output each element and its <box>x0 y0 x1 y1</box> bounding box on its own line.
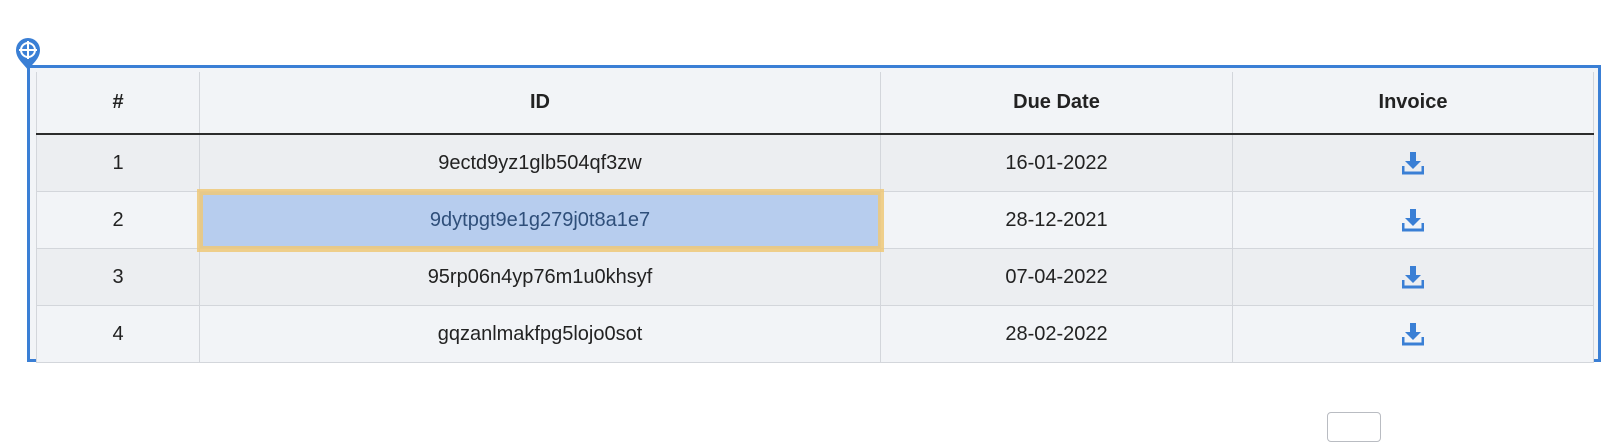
download-icon[interactable] <box>1402 265 1424 289</box>
column-header-due-date[interactable]: Due Date <box>880 72 1233 135</box>
column-header-invoice[interactable]: Invoice <box>1232 72 1594 135</box>
due-date-cell: 28-02-2022 <box>880 305 1233 363</box>
invoice-id-cell[interactable]: 9ectd9yz1glb504qf3zw <box>199 134 881 192</box>
table-row: 2 9dytpgt9e1g279j0t8a1e7 28-12-2021 <box>36 188 1594 252</box>
download-icon[interactable] <box>1402 322 1424 346</box>
invoice-cell <box>1232 191 1594 249</box>
download-icon[interactable] <box>1402 208 1424 232</box>
due-date-cell: 07-04-2022 <box>880 248 1233 306</box>
table-row: 3 95rp06n4yp76m1u0khsyf 07-04-2022 <box>36 248 1594 306</box>
invoice-table-frame: # ID Due Date Invoice 1 9ectd9yz1glb504q… <box>27 65 1601 363</box>
invoice-id-cell-highlighted[interactable]: 9dytpgt9e1g279j0t8a1e7 <box>196 188 884 252</box>
row-number: 3 <box>36 248 200 306</box>
invoice-id-cell[interactable]: gqzanlmakfpg5lojo0sot <box>199 305 881 363</box>
table-row: 4 gqzanlmakfpg5lojo0sot 28-02-2022 <box>36 305 1594 363</box>
invoice-cell <box>1232 134 1594 192</box>
column-header-id[interactable]: ID <box>199 72 881 135</box>
row-number: 1 <box>36 134 200 192</box>
due-date-cell: 16-01-2022 <box>880 134 1233 192</box>
invoice-cell <box>1232 305 1594 363</box>
download-icon[interactable] <box>1402 151 1424 175</box>
invoice-table: # ID Due Date Invoice 1 9ectd9yz1glb504q… <box>36 72 1594 363</box>
row-number: 2 <box>36 191 200 249</box>
invoice-id-cell[interactable]: 95rp06n4yp76m1u0khsyf <box>199 248 881 306</box>
invoice-cell <box>1232 248 1594 306</box>
pagination-button[interactable] <box>1327 412 1381 442</box>
row-number: 4 <box>36 305 200 363</box>
column-header-number[interactable]: # <box>36 72 200 135</box>
table-row: 1 9ectd9yz1glb504qf3zw 16-01-2022 <box>36 134 1594 192</box>
due-date-cell: 28-12-2021 <box>880 191 1233 249</box>
table-header-row: # ID Due Date Invoice <box>36 72 1594 135</box>
